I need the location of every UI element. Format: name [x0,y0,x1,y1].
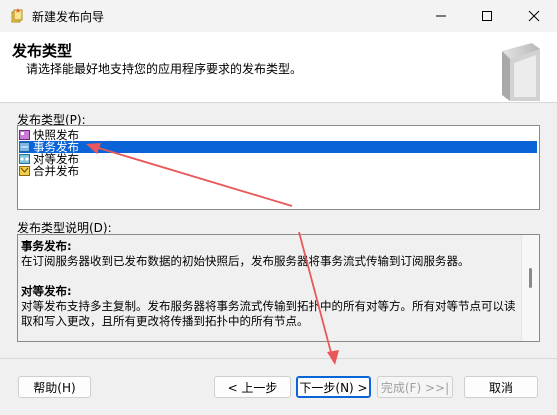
list-item-merge[interactable]: 合并发布 [19,165,79,177]
description-scrollbar[interactable] [521,235,539,341]
scrollbar-thumb[interactable] [529,268,532,288]
wizard-app-icon [11,8,23,23]
close-button[interactable] [511,0,557,32]
publication-type-list[interactable]: 快照发布 事务发布 对等发布 合并发布 [17,125,540,210]
maximize-button[interactable] [464,0,510,32]
help-button[interactable]: 帮助(H) [18,376,91,398]
maximize-icon [482,11,492,21]
wizard-header: 发布类型 请选择能最好地支持您的应用程序要求的发布类型。 [0,32,557,103]
snapshot-publication-icon [19,130,30,140]
window-title: 新建发布向导 [32,10,105,24]
list-item-transactional[interactable]: 事务发布 [19,141,537,153]
next-button[interactable]: 下一步(N) > [296,376,371,398]
page-subtitle: 请选择能最好地支持您的应用程序要求的发布类型。 [26,62,303,76]
title-bar: 新建发布向导 [0,0,557,32]
finish-button[interactable]: 完成(F) >>| [377,376,453,398]
description-text-transactional: 在订阅服务器收到已发布数据的初始快照后，发布服务器将事务流式传输到订阅服务器。 [21,254,470,268]
minimize-icon [436,15,446,17]
description-heading-transactional: 事务发布: [21,239,72,253]
back-button[interactable]: < 上一步 [214,376,291,398]
cancel-button[interactable]: 取消 [464,376,538,398]
description-text-peer: 对等发布支持多主复制。发布服务器将事务流式传输到拓扑中的所有对等方。所有对等节点… [21,299,516,328]
list-item-label: 合并发布 [33,164,79,178]
footer-divider [0,358,557,359]
peer-to-peer-publication-icon [19,154,30,164]
description-heading-peer: 对等发布: [21,284,72,298]
merge-publication-icon [19,166,30,176]
minimize-button[interactable] [418,0,464,32]
transactional-publication-icon [19,142,30,152]
page-title: 发布类型 [12,42,73,60]
close-icon [528,10,540,22]
book-illustration-icon [502,43,540,101]
description-box[interactable]: 事务发布: 在订阅服务器收到已发布数据的初始快照后，发布服务器将事务流式传输到订… [17,234,540,342]
